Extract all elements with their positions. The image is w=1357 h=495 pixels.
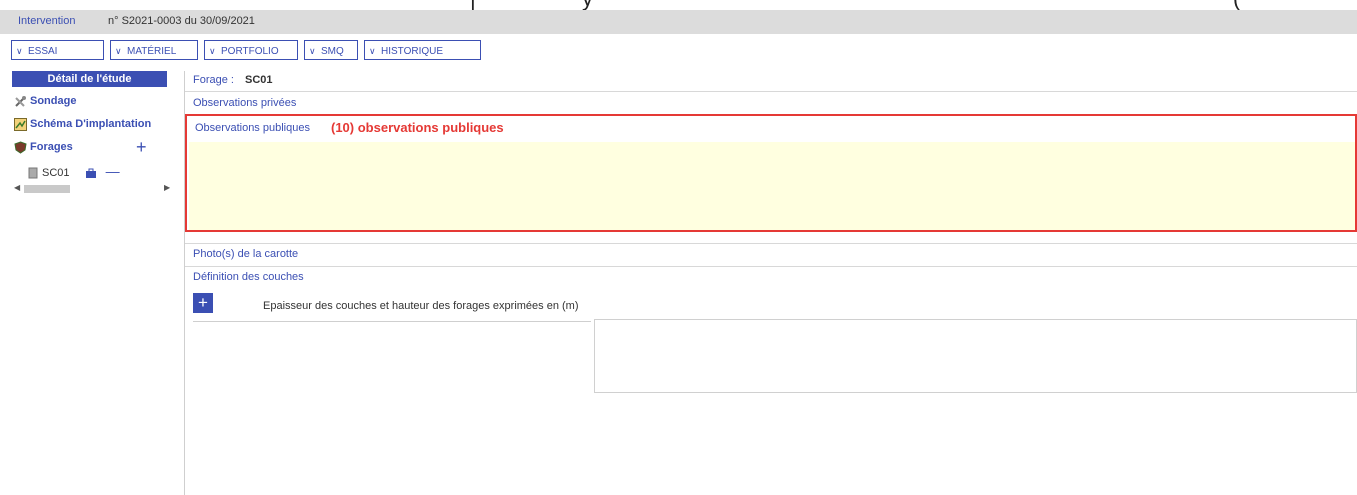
- scrollbar-thumb[interactable]: [24, 185, 70, 193]
- sidebar-title: Détail de l'étude: [12, 71, 167, 87]
- tools-icon: [14, 95, 27, 108]
- forage-item-label: SC01: [42, 167, 70, 179]
- divider: [185, 91, 1357, 92]
- chevron-down-icon: ∨: [309, 46, 316, 56]
- sidebar: Détail de l'étude Sondage Schéma D'impla…: [0, 71, 175, 495]
- forage-item-sc01[interactable]: SC01 —: [28, 163, 120, 179]
- tab-bar: ∨ ESSAI ∨ MATÉRIEL ∨ PORTFOLIO ∨ SMQ ∨ HISTOR…: [0, 40, 1357, 62]
- divider: [185, 266, 1357, 267]
- sidebar-item-label: Forages: [30, 141, 73, 153]
- bag-icon[interactable]: [85, 167, 97, 179]
- tab-materiel[interactable]: ∨ MATÉRIEL: [110, 40, 198, 60]
- observations-publiques-highlight: Observations publiques (10) observations…: [185, 114, 1357, 232]
- scroll-left-icon[interactable]: ◀: [14, 183, 20, 192]
- sidebar-item-label: Sondage: [30, 95, 77, 107]
- tab-essai[interactable]: ∨ ESSAI: [11, 40, 104, 60]
- divider: [185, 243, 1357, 244]
- forage-label: Forage :: [193, 74, 234, 86]
- section-photos-carotte[interactable]: Photo(s) de la carotte: [193, 248, 298, 260]
- sidebar-scrollbar[interactable]: ◀ ▶: [14, 183, 172, 195]
- breadcrumb-intervention[interactable]: Intervention: [18, 15, 75, 27]
- annotation-label: (10) observations publiques: [331, 120, 504, 135]
- shield-icon: [14, 141, 27, 154]
- observations-publiques-label: Observations publiques: [195, 122, 310, 134]
- add-layer-button[interactable]: +: [193, 293, 213, 313]
- section-definition-couches[interactable]: Définition des couches: [193, 271, 304, 283]
- remove-icon[interactable]: —: [106, 163, 120, 179]
- unit-note: Epaisseur des couches et hauteur des for…: [263, 300, 579, 312]
- tab-label: PORTFOLIO: [221, 46, 279, 57]
- top-header: Intervention n° S2021-0003 du 30/09/2021: [0, 10, 1357, 34]
- tab-historique[interactable]: ∨ HISTORIQUE: [364, 40, 481, 60]
- chevron-down-icon: ∨: [369, 46, 376, 56]
- sidebar-item-label: Schéma D'implantation: [30, 118, 152, 130]
- chevron-down-icon: ∨: [115, 46, 122, 56]
- tab-label: ESSAI: [28, 46, 58, 57]
- observations-publiques-textarea[interactable]: [189, 142, 1355, 230]
- chevron-down-icon: ∨: [16, 46, 23, 56]
- divider: [193, 321, 591, 322]
- tab-label: MATÉRIEL: [127, 46, 177, 57]
- sidebar-item-schema[interactable]: Schéma D'implantation: [14, 116, 151, 132]
- chevron-down-icon: ∨: [209, 46, 216, 56]
- cylinder-icon: [28, 167, 38, 179]
- add-forage-icon[interactable]: +: [136, 138, 147, 156]
- tab-label: HISTORIQUE: [381, 46, 444, 57]
- main-content: Forage : SC01 Observations privées Obser…: [185, 71, 1357, 495]
- sidebar-item-forages[interactable]: Forages: [14, 139, 73, 155]
- layers-panel: [594, 319, 1357, 393]
- forage-value: SC01: [245, 74, 273, 86]
- tab-portfolio[interactable]: ∨ PORTFOLIO: [204, 40, 298, 60]
- scroll-right-icon[interactable]: ▶: [164, 183, 170, 192]
- clipped-top-text: |y(: [0, 0, 1357, 10]
- section-observations-privees[interactable]: Observations privées: [193, 97, 296, 109]
- tab-label: SMQ: [321, 46, 344, 57]
- intervention-reference: n° S2021-0003 du 30/09/2021: [108, 15, 255, 27]
- map-icon: [14, 117, 27, 131]
- sidebar-item-sondage[interactable]: Sondage: [14, 93, 76, 109]
- tab-smq[interactable]: ∨ SMQ: [304, 40, 358, 60]
